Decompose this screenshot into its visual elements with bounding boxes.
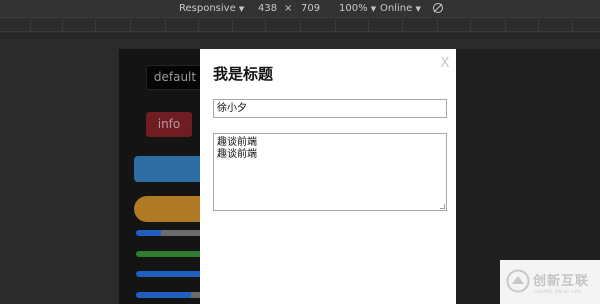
devtools-device-toolbar: Responsive ▼ 438 × 709 100% ▼ Online ▼ (0, 0, 600, 18)
content-textarea[interactable]: 趣谈前端 趣谈前端 (213, 133, 447, 211)
watermark: 创新互联 CHUANG XIN HU LIAN (500, 260, 600, 304)
modal-dialog: 我是标题 X 徐小夕 趣谈前端 趣谈前端 (200, 49, 456, 304)
network-label: Online (380, 3, 413, 14)
textarea-line: 趣谈前端 (217, 137, 257, 148)
watermark-brand: 创新互联 (533, 274, 590, 289)
device-select-label: Responsive (179, 3, 236, 14)
textarea-line: 趣谈前端 (217, 149, 257, 160)
name-input[interactable]: 徐小夕 (213, 99, 447, 118)
zoom-label: 100% (339, 3, 368, 14)
viewport-height[interactable]: 709 (301, 1, 320, 17)
chevron-down-icon: ▼ (370, 5, 377, 13)
rotate-icon[interactable] (432, 2, 444, 20)
ruler-bar (0, 33, 600, 39)
dimension-times-icon: × (284, 3, 293, 14)
close-icon[interactable]: X (439, 57, 451, 71)
device-select[interactable]: Responsive ▼ (179, 1, 244, 17)
chevron-down-icon: ▼ (415, 5, 421, 13)
resize-handle-icon[interactable] (440, 204, 445, 209)
brand-logo-icon (506, 269, 530, 293)
watermark-subtitle: CHUANG XIN HU LIAN (534, 289, 581, 294)
info-button[interactable]: info (146, 112, 192, 137)
network-throttle-select[interactable]: Online ▼ (380, 1, 421, 17)
zoom-select[interactable]: 100% ▼ (339, 1, 376, 17)
viewport-width[interactable]: 438 (258, 1, 277, 17)
progress-fill (136, 292, 191, 298)
modal-title: 我是标题 (213, 65, 274, 83)
chevron-down-icon: ▼ (238, 5, 245, 13)
media-query-bar (0, 19, 600, 32)
progress-fill (136, 230, 161, 236)
default-button[interactable]: default (146, 65, 204, 90)
